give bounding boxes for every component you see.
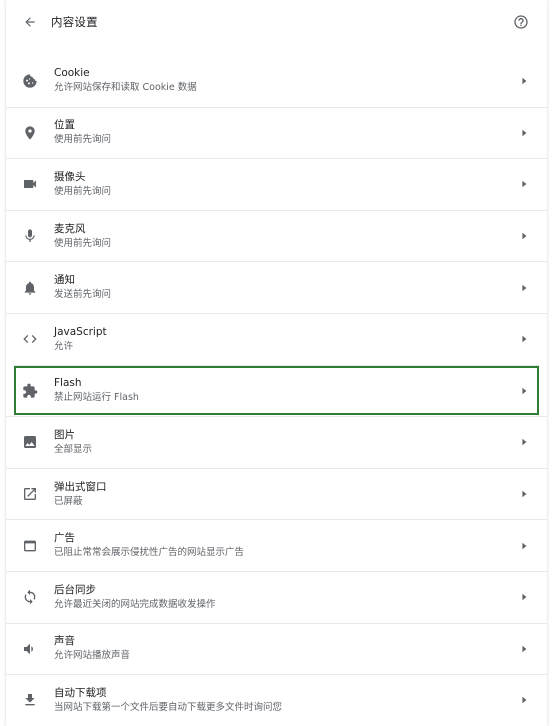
arrow-back-icon bbox=[25, 17, 35, 27]
content-settings-panel: 内容设置 Cookie 允许网站保存和读取 Cookie 数据 位置 使用前先询问 摄像… bbox=[6, 0, 547, 726]
help-button[interactable] bbox=[511, 12, 531, 32]
location-icon bbox=[19, 122, 41, 144]
row-label: Flash bbox=[54, 377, 82, 390]
row-description: 已阻止常常会展示侵扰性广告的网站显示广告 bbox=[54, 547, 245, 559]
arrow-right-icon bbox=[519, 76, 529, 86]
arrow-right-icon bbox=[519, 695, 529, 705]
settings-row-popups[interactable]: 弹出式窗口 已屏蔽 bbox=[6, 467, 547, 520]
row-description: 允许最近关闭的网站完成数据收发操作 bbox=[54, 598, 216, 610]
row-text: 位置 使用前先询问 bbox=[54, 118, 111, 147]
arrow-right-icon bbox=[519, 437, 529, 447]
row-label: 声音 bbox=[54, 635, 75, 648]
arrow-right-icon bbox=[519, 541, 529, 551]
arrow-right-icon bbox=[519, 231, 529, 241]
row-label: 弹出式窗口 bbox=[54, 480, 107, 493]
row-description: 允许 bbox=[54, 340, 74, 352]
row-description: 使用前先询问 bbox=[54, 134, 112, 146]
row-label: 麦克风 bbox=[54, 222, 86, 235]
row-description: 发送前先询问 bbox=[54, 289, 112, 301]
settings-row-images[interactable]: 图片 全部显示 bbox=[6, 416, 547, 468]
settings-row-javascript[interactable]: JavaScript 允许 bbox=[6, 312, 547, 365]
arrow-right-icon bbox=[519, 334, 529, 344]
arrow-right-icon bbox=[519, 489, 529, 499]
row-text: 广告已阻止常常会展示侵扰性广告的网站显示广告 bbox=[54, 531, 244, 560]
settings-row-sound[interactable]: 声音允许网站播放声音 bbox=[6, 622, 547, 675]
download-icon bbox=[19, 689, 41, 711]
row-description: 允许网站播放声音 bbox=[54, 650, 131, 662]
help-icon bbox=[514, 15, 528, 29]
row-label: 广告 bbox=[54, 532, 75, 545]
settings-row-microphone[interactable]: 麦克风 使用前先询问 bbox=[6, 209, 547, 262]
settings-row-cookie[interactable]: Cookie 允许网站保存和读取 Cookie 数据 bbox=[6, 55, 547, 107]
sync-icon bbox=[19, 586, 41, 608]
row-text: Flash 禁止网站运行 Flash bbox=[54, 376, 139, 405]
arrow-right-icon bbox=[519, 179, 529, 189]
cookie-icon bbox=[19, 70, 41, 92]
row-text: 摄像头 使用前先询问 bbox=[54, 170, 111, 199]
row-description: 禁止网站运行 Flash bbox=[54, 392, 139, 404]
code-icon bbox=[19, 328, 41, 350]
row-text: JavaScript 允许 bbox=[54, 325, 107, 354]
open-in-new-icon bbox=[19, 483, 41, 505]
window-icon bbox=[19, 535, 41, 557]
microphone-icon bbox=[19, 225, 41, 247]
settings-row-ads[interactable]: 广告已阻止常常会展示侵扰性广告的网站显示广告 bbox=[6, 519, 547, 571]
row-description: 已屏蔽 bbox=[54, 495, 83, 507]
row-description: 使用前先询问 bbox=[54, 237, 112, 249]
camera-icon bbox=[19, 173, 41, 195]
row-text: 自动下载项当网站下载第一个文件后要自动下载更多文件时询问您 bbox=[54, 686, 282, 715]
arrow-right-icon bbox=[519, 283, 529, 293]
row-label: JavaScript bbox=[54, 325, 107, 338]
row-label: 图片 bbox=[54, 428, 75, 441]
arrow-right-icon bbox=[519, 386, 529, 396]
settings-row-location[interactable]: 位置 使用前先询问 bbox=[6, 106, 547, 159]
back-button[interactable] bbox=[18, 10, 42, 34]
settings-row-downloads[interactable]: 自动下载项当网站下载第一个文件后要自动下载更多文件时询问您 bbox=[6, 674, 547, 726]
puzzle-icon bbox=[19, 380, 41, 402]
row-text: 后台同步允许最近关闭的网站完成数据收发操作 bbox=[54, 583, 216, 612]
row-text: 图片 全部显示 bbox=[54, 428, 92, 457]
arrow-right-icon bbox=[519, 592, 529, 602]
volume-icon bbox=[19, 638, 41, 660]
row-label: 后台同步 bbox=[54, 583, 96, 596]
image-icon bbox=[19, 431, 41, 453]
settings-row-notifications[interactable]: 通知 发送前先询问 bbox=[6, 261, 547, 313]
row-text: 声音允许网站播放声音 bbox=[54, 634, 130, 663]
settings-list: Cookie 允许网站保存和读取 Cookie 数据 位置 使用前先询问 摄像头 使用前先… bbox=[6, 55, 547, 726]
row-label: 通知 bbox=[54, 274, 75, 287]
arrow-right-icon bbox=[519, 644, 529, 654]
row-label: Cookie bbox=[54, 67, 90, 80]
page-title: 内容设置 bbox=[51, 15, 98, 29]
row-text: 弹出式窗口 已屏蔽 bbox=[54, 480, 107, 509]
row-label: 自动下载项 bbox=[54, 686, 107, 699]
row-description: 使用前先询问 bbox=[54, 185, 112, 197]
row-text: 通知 发送前先询问 bbox=[54, 273, 111, 302]
row-description: 允许网站保存和读取 Cookie 数据 bbox=[54, 82, 197, 94]
settings-row-background-sync[interactable]: 后台同步允许最近关闭的网站完成数据收发操作 bbox=[6, 570, 547, 623]
row-text: Cookie 允许网站保存和读取 Cookie 数据 bbox=[54, 66, 197, 95]
page-header: 内容设置 bbox=[6, 0, 547, 44]
arrow-right-icon bbox=[519, 128, 529, 138]
row-description: 全部显示 bbox=[54, 443, 93, 455]
row-label: 摄像头 bbox=[54, 170, 86, 183]
row-description: 当网站下载第一个文件后要自动下载更多文件时询问您 bbox=[54, 701, 283, 713]
row-text: 麦克风 使用前先询问 bbox=[54, 222, 111, 251]
bell-icon bbox=[19, 277, 41, 299]
row-label: 位置 bbox=[54, 119, 75, 132]
settings-row-flash[interactable]: Flash 禁止网站运行 Flash bbox=[13, 364, 540, 417]
settings-row-camera[interactable]: 摄像头 使用前先询问 bbox=[6, 158, 547, 210]
